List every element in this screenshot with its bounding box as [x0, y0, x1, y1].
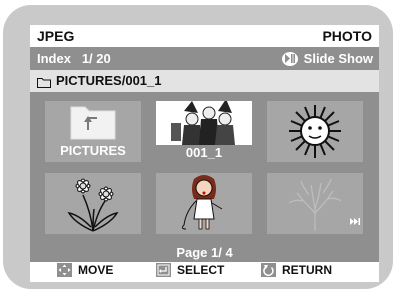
- select-label: SELECT: [177, 263, 225, 277]
- index-value: 1/ 20: [81, 51, 111, 66]
- current-path: PICTURES/001_1: [56, 73, 162, 88]
- move-button[interactable]: MOVE: [57, 263, 113, 277]
- sun-face-image: [289, 105, 341, 158]
- select-button[interactable]: SELECT: [156, 263, 224, 277]
- index-indicator: Index 1/ 20: [37, 51, 111, 66]
- photo-browser-screen: JPEG PHOTO Index 1/ 20 Slide Show PICTUR…: [30, 25, 379, 282]
- button-guide-bar: MOVE SELECT RETURN: [30, 262, 379, 282]
- page-indicator: Page 1/ 4: [176, 245, 233, 260]
- play-pause-icon: [281, 51, 298, 66]
- thumbnail-image[interactable]: [45, 173, 141, 234]
- mode-label: PHOTO: [322, 28, 372, 44]
- thumbnail-label: PICTURES: [60, 143, 126, 158]
- singer-girl-image: [181, 175, 223, 230]
- move-label: MOVE: [78, 263, 114, 277]
- thumbnail-selected[interactable]: 001_1: [156, 101, 252, 162]
- thumbnail-parent-folder[interactable]: PICTURES: [45, 101, 141, 162]
- faded-tree-image: [288, 178, 342, 231]
- info-bar: Index 1/ 20 Slide Show: [30, 47, 379, 70]
- dpad-icon: [57, 263, 72, 277]
- folder-icon: [37, 75, 51, 93]
- enter-icon: [156, 263, 171, 277]
- thumbnail-label: 001_1: [185, 145, 223, 160]
- thumbnail-grid: PICTURES 001_1: [30, 92, 379, 244]
- daisy-flowers-image: [67, 178, 119, 232]
- title-bar: JPEG PHOTO: [30, 25, 379, 47]
- return-label: RETURN: [282, 263, 332, 277]
- slideshow-label: Slide Show: [303, 51, 373, 66]
- slideshow-button[interactable]: Slide Show: [281, 51, 373, 66]
- index-label: Index: [37, 51, 71, 66]
- path-bar: PICTURES/001_1: [30, 70, 379, 92]
- page-indicator-bar: Page 1/ 4: [30, 244, 379, 262]
- return-button[interactable]: RETURN: [261, 263, 332, 277]
- format-label: JPEG: [37, 28, 75, 44]
- next-page-icon[interactable]: [350, 212, 360, 230]
- thumbnail-image[interactable]: [267, 173, 363, 234]
- thumbnail-image[interactable]: [156, 173, 252, 234]
- return-icon: [261, 263, 276, 277]
- thumbnail-image[interactable]: [267, 101, 363, 162]
